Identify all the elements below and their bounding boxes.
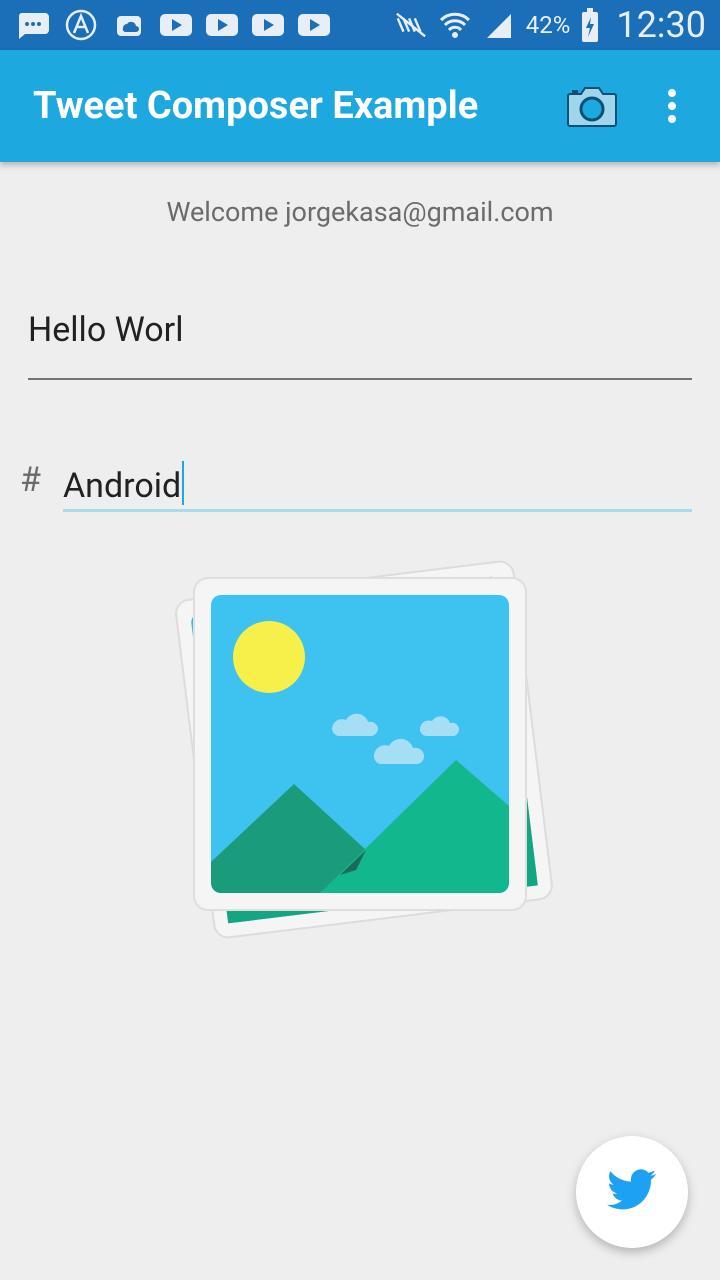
hashtag-prefix: # bbox=[20, 460, 41, 500]
battery-percentage: 42% bbox=[525, 11, 571, 39]
twitter-bird-icon bbox=[607, 1168, 657, 1216]
chat-icon bbox=[16, 8, 50, 42]
hashtag-input[interactable]: Android bbox=[63, 455, 692, 512]
youtube-icon bbox=[160, 14, 192, 36]
cloud-icon bbox=[112, 8, 146, 42]
status-clock: 12:30 bbox=[616, 4, 706, 46]
text-cursor bbox=[182, 461, 185, 505]
app-bar: Tweet Composer Example bbox=[0, 50, 720, 162]
tweet-input[interactable]: Hello Worl bbox=[28, 306, 692, 380]
signal-icon bbox=[482, 8, 516, 42]
battery-icon bbox=[580, 8, 600, 42]
welcome-text: Welcome jorgekasa@gmail.com bbox=[166, 196, 554, 228]
youtube-icon bbox=[298, 14, 330, 36]
mute-icon bbox=[394, 8, 428, 42]
gallery-placeholder-icon[interactable] bbox=[160, 550, 560, 950]
browser-icon bbox=[64, 8, 98, 42]
app-title: Tweet Composer Example bbox=[33, 84, 479, 128]
youtube-icon bbox=[206, 14, 238, 36]
hashtag-input-value: Android bbox=[63, 466, 182, 506]
youtube-icon bbox=[252, 14, 284, 36]
camera-icon[interactable] bbox=[566, 84, 618, 128]
wifi-icon bbox=[438, 8, 472, 42]
tweet-input-value: Hello Worl bbox=[28, 310, 184, 350]
overflow-menu-icon[interactable] bbox=[664, 88, 680, 124]
status-bar: 42% 12:30 bbox=[0, 0, 720, 50]
tweet-fab-button[interactable] bbox=[576, 1136, 688, 1248]
